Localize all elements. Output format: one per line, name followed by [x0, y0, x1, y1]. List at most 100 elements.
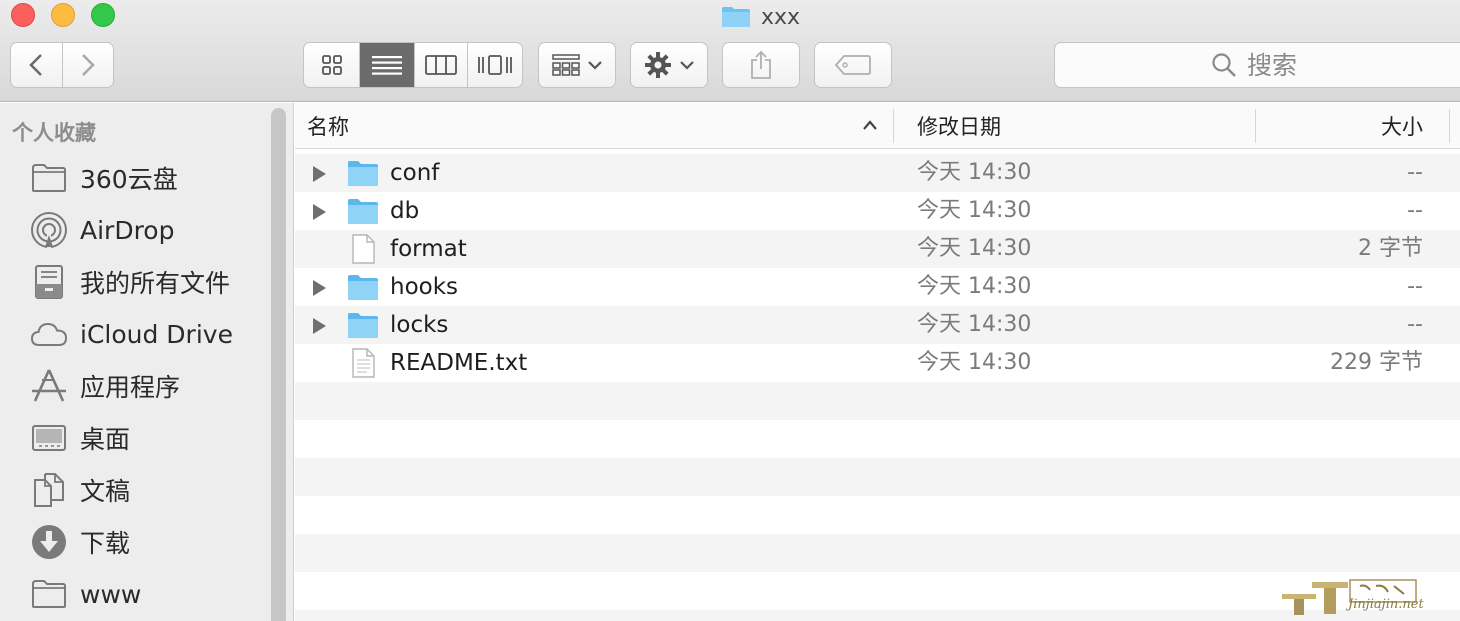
column-header-name[interactable]: 名称	[307, 103, 349, 149]
cover-flow-button[interactable]	[468, 43, 523, 87]
arrange-button[interactable]	[538, 42, 616, 88]
disclosure-triangle-icon[interactable]	[313, 318, 326, 334]
sidebar-scrollbar[interactable]	[271, 108, 286, 621]
tag-icon	[835, 55, 871, 75]
icon-view-icon	[321, 55, 342, 75]
view-mode-selector	[303, 42, 523, 88]
file-name: format	[390, 236, 467, 262]
tag-button[interactable]	[814, 42, 892, 88]
sidebar-item-label: 应用程序	[80, 373, 181, 402]
forward-button[interactable]	[63, 43, 114, 87]
document-icon	[352, 234, 375, 264]
file-size: --	[1407, 160, 1423, 185]
column-header-size[interactable]: 大小	[1381, 103, 1423, 149]
sidebar-item-label: www	[80, 579, 142, 609]
close-window-button[interactable]	[11, 3, 35, 27]
sidebar-item-icloud-drive[interactable]: iCloud Drive	[0, 308, 270, 360]
table-row[interactable]: locks 今天 14:30 --	[295, 306, 1460, 344]
column-view-button[interactable]	[415, 43, 468, 87]
empty-row	[295, 496, 1460, 534]
disclosure-triangle-icon[interactable]	[313, 166, 326, 182]
gear-icon	[645, 52, 671, 78]
column-divider[interactable]	[893, 109, 894, 143]
search-input[interactable]	[1247, 50, 1317, 80]
disclosure-triangle-icon[interactable]	[313, 280, 326, 296]
sidebar-item-downloads[interactable]: 下载	[0, 516, 270, 568]
table-row[interactable]: README.txt 今天 14:30 229 字节	[295, 344, 1460, 382]
column-divider[interactable]	[1449, 109, 1450, 143]
file-list: 名称 修改日期 大小 conf 今天 14:30 -- db 今天 14:30 …	[295, 103, 1460, 621]
empty-row	[295, 534, 1460, 572]
toolbar: xxx	[0, 0, 1460, 102]
file-size: --	[1407, 274, 1423, 299]
file-modified: 今天 14:30	[917, 312, 1032, 337]
sidebar: 个人收藏 360云盘 AirDrop 我的所有文件 iCloud Drive 应…	[0, 103, 294, 621]
folder-icon	[348, 275, 378, 300]
sidebar-item-label: iCloud Drive	[80, 319, 233, 349]
documents-icon	[30, 471, 68, 509]
file-name: locks	[390, 312, 449, 338]
cover-flow-icon	[477, 55, 512, 75]
sidebar-item-www[interactable]: www	[0, 568, 270, 620]
table-row[interactable]: format 今天 14:30 2 字节	[295, 230, 1460, 268]
desktop-icon	[30, 419, 68, 457]
action-button[interactable]	[630, 42, 708, 88]
sidebar-item-airdrop[interactable]: AirDrop	[0, 204, 270, 256]
text-file-icon	[352, 348, 375, 378]
disclosure-triangle-icon[interactable]	[313, 204, 326, 220]
search-field[interactable]	[1054, 42, 1460, 88]
column-header: 名称 修改日期 大小	[295, 103, 1460, 149]
window-title-text: xxx	[761, 4, 801, 30]
sidebar-item-360-cloud[interactable]: 360云盘	[0, 152, 270, 204]
sidebar-item-label: 下载	[80, 529, 131, 558]
icon-view-button[interactable]	[304, 43, 361, 87]
file-size: 2 字节	[1358, 236, 1423, 261]
chevron-left-icon	[29, 54, 43, 76]
column-divider[interactable]	[1255, 109, 1256, 143]
download-icon	[30, 523, 68, 561]
table-row[interactable]: hooks 今天 14:30 --	[295, 268, 1460, 306]
file-size: --	[1407, 312, 1423, 337]
sidebar-heading: 个人收藏	[12, 121, 96, 145]
folder-icon	[722, 7, 750, 27]
minimize-window-button[interactable]	[51, 3, 75, 27]
sidebar-item-label: 桌面	[80, 425, 131, 454]
list-view-button[interactable]	[360, 43, 415, 87]
empty-row	[295, 458, 1460, 496]
folder-icon	[30, 575, 68, 613]
sidebar-item-label: AirDrop	[80, 215, 175, 245]
airdrop-icon	[30, 211, 68, 249]
zoom-window-button[interactable]	[91, 3, 115, 27]
file-name: hooks	[390, 274, 459, 300]
applications-icon	[30, 367, 68, 405]
sidebar-item-label: 360云盘	[80, 165, 178, 194]
file-name: conf	[390, 160, 440, 186]
folder-icon	[348, 161, 378, 186]
table-row[interactable]: conf 今天 14:30 --	[295, 154, 1460, 192]
folder-icon	[30, 159, 68, 197]
sort-ascending-icon[interactable]	[862, 119, 878, 131]
table-row[interactable]: db 今天 14:30 --	[295, 192, 1460, 230]
empty-row	[295, 420, 1460, 458]
arrange-grid-icon	[552, 54, 580, 76]
file-name: db	[390, 198, 420, 224]
file-modified: 今天 14:30	[917, 198, 1032, 223]
sidebar-item-applications[interactable]: 应用程序	[0, 360, 270, 412]
file-size: --	[1407, 198, 1423, 223]
sidebar-item-desktop[interactable]: 桌面	[0, 412, 270, 464]
navigation-buttons	[10, 42, 114, 88]
file-size: 229 字节	[1330, 350, 1423, 375]
file-name: README.txt	[390, 350, 528, 376]
file-modified: 今天 14:30	[917, 236, 1032, 261]
sidebar-item-label: 文稿	[80, 477, 131, 506]
column-header-modified[interactable]: 修改日期	[917, 103, 1001, 149]
sidebar-item-documents[interactable]: 文稿	[0, 464, 270, 516]
folder-icon	[348, 313, 378, 338]
column-view-icon	[424, 55, 457, 75]
cloud-icon	[30, 315, 68, 353]
sidebar-item-all-files[interactable]: 我的所有文件	[0, 256, 270, 308]
folder-icon	[348, 199, 378, 224]
chevron-down-icon	[588, 61, 602, 70]
share-button[interactable]	[722, 42, 800, 88]
back-button[interactable]	[11, 43, 63, 87]
